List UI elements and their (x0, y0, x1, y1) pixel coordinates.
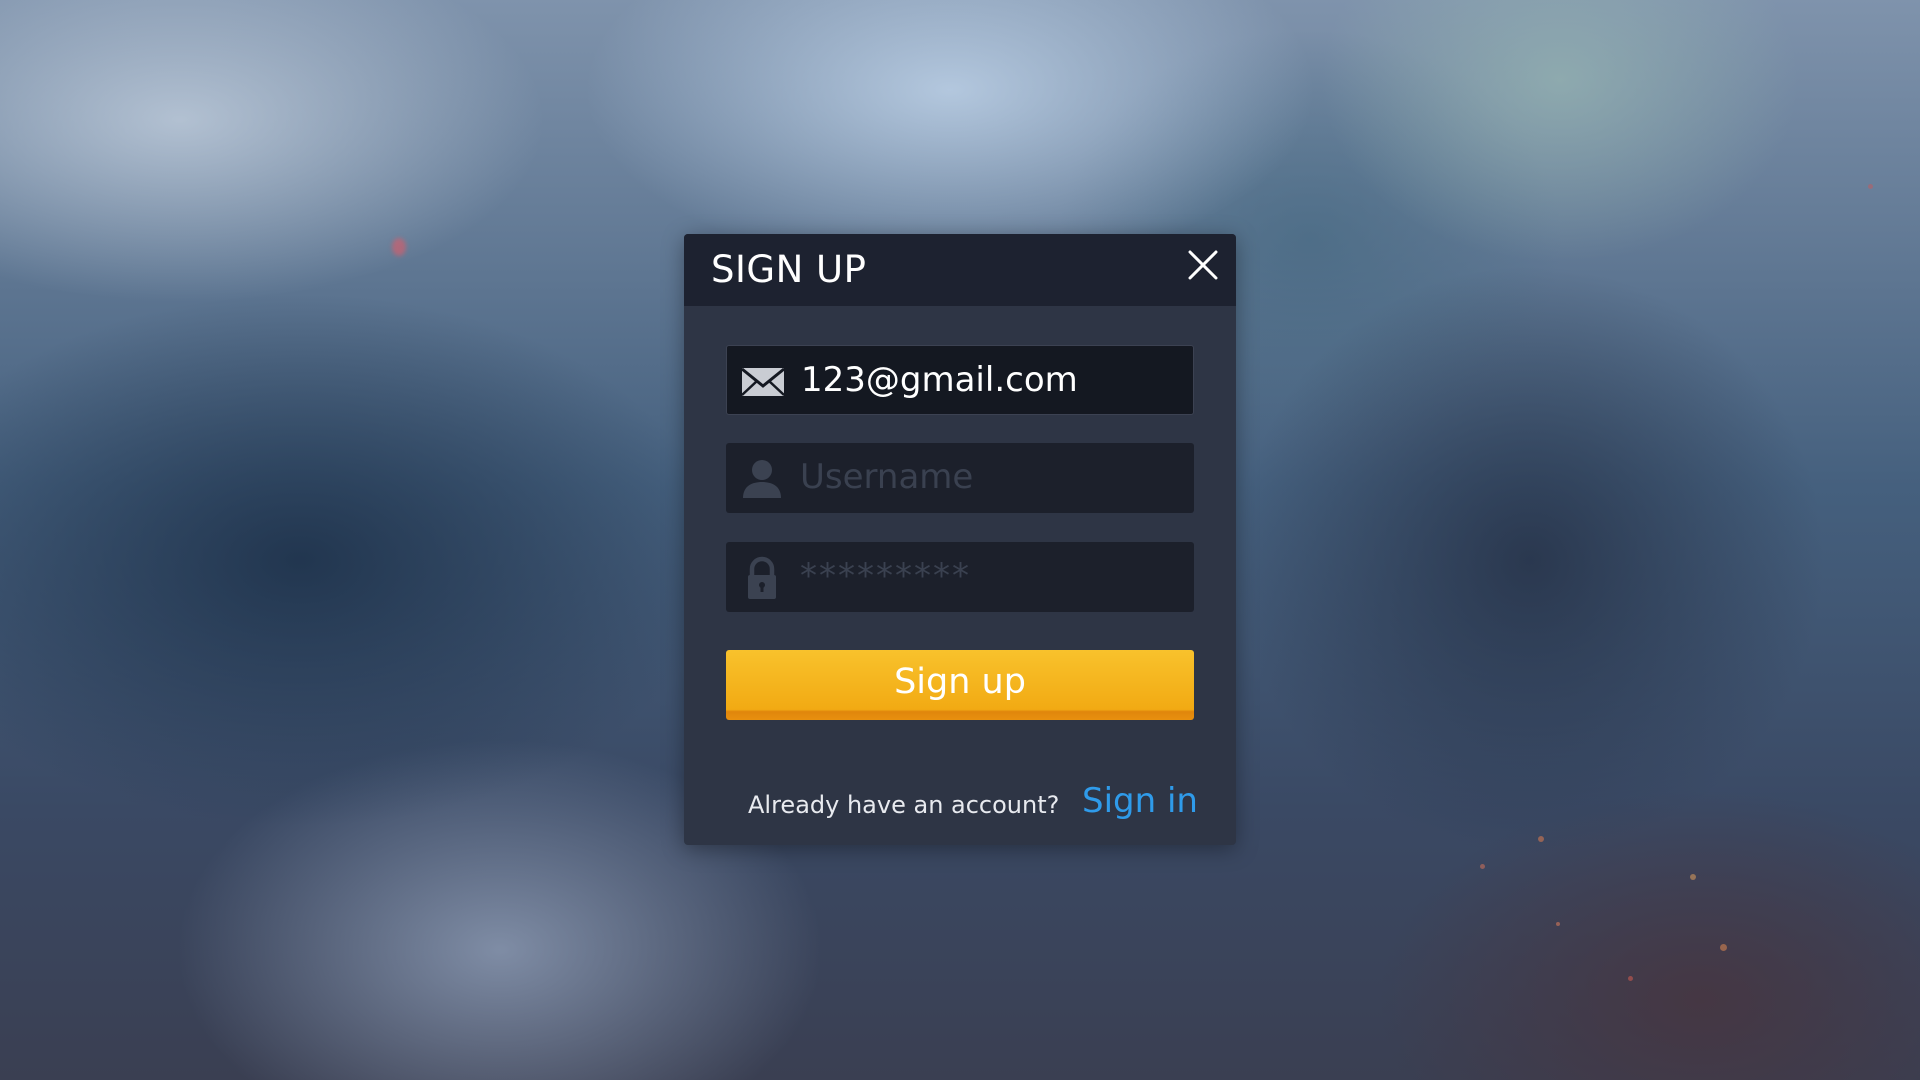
dialog-title: SIGN UP (711, 248, 867, 291)
close-icon (1188, 250, 1218, 280)
password-input[interactable] (800, 542, 1180, 610)
bokeh-light (1556, 922, 1560, 926)
account-prompt: Already have an account? (748, 791, 1060, 819)
username-input[interactable] (800, 443, 1180, 511)
bokeh-light (1690, 874, 1696, 880)
bokeh-light (392, 238, 406, 256)
lock-icon (748, 556, 776, 599)
signup-button[interactable]: Sign up (726, 650, 1194, 720)
bokeh-light (1538, 836, 1544, 842)
signin-link[interactable]: Sign in (1082, 780, 1198, 822)
bokeh-light (1868, 184, 1873, 189)
bokeh-light (1480, 864, 1485, 869)
close-button[interactable] (1186, 248, 1220, 282)
email-field[interactable] (726, 345, 1194, 415)
password-field[interactable] (726, 542, 1194, 612)
bokeh-light (1720, 944, 1727, 951)
dialog-header: SIGN UP (684, 234, 1236, 306)
bokeh-light (1628, 976, 1633, 981)
signup-dialog: SIGN UP Sign up (684, 234, 1236, 845)
email-input[interactable] (801, 346, 1181, 414)
envelope-icon (741, 367, 785, 396)
user-icon (743, 460, 781, 498)
username-field[interactable] (726, 443, 1194, 513)
